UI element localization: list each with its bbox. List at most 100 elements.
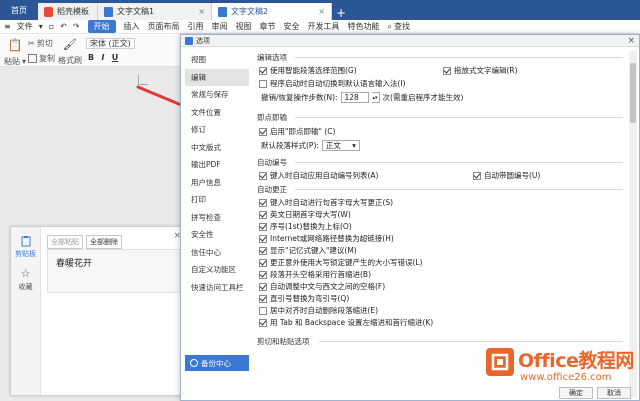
checkbox[interactable] bbox=[259, 270, 267, 279]
watermark-url: www.office26.com bbox=[520, 372, 612, 383]
hamburger-icon[interactable]: ≡ bbox=[4, 22, 11, 31]
opt-autocorrect-1[interactable]: 键入时自动进行句首字母大写更正(S) bbox=[259, 197, 393, 208]
tab-document-1[interactable]: 文字文稿1 × bbox=[98, 3, 212, 20]
undo-steps-input[interactable]: 128 bbox=[340, 92, 369, 103]
opt-auto-bullet[interactable]: 自动带圆编号(U) bbox=[473, 170, 540, 181]
clear-all-button[interactable]: 全部删除 bbox=[86, 235, 122, 249]
font-name-value: 宋体 (正文) bbox=[90, 39, 131, 48]
opt-click-and-type[interactable]: 启用"即点即输" (C) bbox=[259, 126, 335, 137]
search-button[interactable]: ⌕ 查找 bbox=[388, 21, 410, 32]
format-painter-icon[interactable]: 🖌 bbox=[63, 38, 77, 51]
font-name-select[interactable]: 宋体 (正文) bbox=[86, 38, 135, 49]
scrollbar-thumb[interactable] bbox=[630, 63, 636, 123]
paste-icon[interactable]: 📋 bbox=[8, 38, 23, 52]
opt-autocorrect-8[interactable]: 自动调整中文与西文之间的空格(F) bbox=[259, 281, 385, 292]
menu-start[interactable]: 开始 bbox=[87, 20, 116, 33]
close-icon[interactable]: × bbox=[318, 7, 325, 16]
menu-section[interactable]: 章节 bbox=[260, 21, 276, 32]
nav-item-export-pdf[interactable]: 输出PDF bbox=[185, 156, 249, 174]
clipboard-entry[interactable]: 春暖花开 bbox=[47, 249, 181, 293]
opt-autocorrect-6[interactable]: 更正意外使用大写锁定键产生的大小写错误(L) bbox=[259, 257, 423, 268]
new-tab-button[interactable]: + bbox=[332, 6, 350, 20]
nav-item-general-save[interactable]: 常规与保存 bbox=[185, 86, 249, 104]
checkbox[interactable] bbox=[259, 210, 267, 219]
cut-button[interactable]: ✂ 剪切 bbox=[28, 38, 53, 49]
tab-home[interactable]: 首页 bbox=[0, 0, 38, 20]
italic-button[interactable]: I bbox=[98, 53, 108, 62]
paste-all-button[interactable]: 全部粘贴 bbox=[47, 235, 83, 249]
nav-item-quick-access[interactable]: 快速访问工具栏 bbox=[185, 279, 249, 297]
checkbox[interactable] bbox=[259, 282, 267, 291]
backup-center-button[interactable]: 备份中心 bbox=[185, 355, 249, 371]
nav-item-chinese-layout[interactable]: 中文版式 bbox=[185, 139, 249, 157]
nav-item-user-info[interactable]: 用户信息 bbox=[185, 174, 249, 192]
opt-drag-edit[interactable]: 拖放式文字编辑(R) bbox=[443, 65, 518, 76]
nav-item-trust-center[interactable]: 信任中心 bbox=[185, 244, 249, 262]
spinner-arrows-icon[interactable]: ▴▾ bbox=[371, 92, 380, 103]
checkbox[interactable] bbox=[473, 171, 481, 180]
opt-autocorrect-10[interactable]: 居中对齐时自动删除段落缩进(E) bbox=[259, 305, 378, 316]
tab-daoke-template[interactable]: 稻壳模板 bbox=[38, 3, 98, 20]
checkbox[interactable] bbox=[259, 198, 267, 207]
tab-document-2[interactable]: 文字文稿2 × bbox=[212, 3, 332, 20]
star-icon: ☆ bbox=[20, 267, 31, 280]
menu-security[interactable]: 安全 bbox=[284, 21, 300, 32]
sidebar-item-clipboard[interactable]: 剪贴板 bbox=[11, 227, 40, 259]
nav-item-view[interactable]: 视图 bbox=[185, 51, 249, 69]
menu-references[interactable]: 引用 bbox=[188, 21, 204, 32]
checkbox[interactable] bbox=[259, 306, 267, 315]
sidebar-item-favorites[interactable]: ☆ 收藏 bbox=[11, 259, 40, 292]
copy-button[interactable]: 复制 bbox=[28, 53, 55, 64]
opt-auto-list[interactable]: 键入时自动应用自动编号列表(A) bbox=[259, 170, 378, 181]
opt-autocorrect-9[interactable]: 直引号替换为弯引号(Q) bbox=[259, 293, 349, 304]
opt-autocorrect-7[interactable]: 段落开头空格采用行首缩进(B) bbox=[259, 269, 371, 280]
checkbox[interactable] bbox=[259, 234, 267, 243]
menu-view[interactable]: 视图 bbox=[236, 21, 252, 32]
menu-insert[interactable]: 插入 bbox=[124, 21, 140, 32]
opt-autocorrect-4[interactable]: Internet或网络路径替换为超链接(H) bbox=[259, 233, 394, 244]
close-icon[interactable]: × bbox=[627, 36, 635, 46]
nav-item-spell-check[interactable]: 拼写检查 bbox=[185, 209, 249, 227]
nav-item-file-locations[interactable]: 文件位置 bbox=[185, 104, 249, 122]
backup-icon bbox=[190, 359, 198, 367]
menu-review[interactable]: 审阅 bbox=[212, 21, 228, 32]
underline-icon[interactable]: U bbox=[110, 53, 120, 62]
undo-icon[interactable]: ↶ bbox=[60, 22, 67, 31]
redo-icon[interactable]: ↷ bbox=[73, 22, 80, 31]
nav-item-security[interactable]: 安全性 bbox=[185, 226, 249, 244]
nav-item-print[interactable]: 打印 bbox=[185, 191, 249, 209]
opt-ime-auto[interactable]: 程序启动时自动切换到默认语言输入法(I) bbox=[259, 78, 406, 89]
paragraph-style-select[interactable]: 正文 ▾ bbox=[321, 140, 360, 151]
checkbox[interactable] bbox=[259, 246, 267, 255]
paste-button[interactable]: 粘贴 ▾ bbox=[4, 56, 26, 67]
opt-label: 撤销/恢复操作步数(N): bbox=[261, 93, 338, 102]
format-painter-button[interactable]: 格式刷 bbox=[58, 55, 82, 66]
menu-special-features[interactable]: 特色功能 bbox=[348, 21, 380, 32]
chevron-down-icon[interactable]: ▾ bbox=[39, 22, 43, 31]
checkbox[interactable] bbox=[259, 258, 267, 267]
close-icon[interactable]: × bbox=[198, 7, 205, 16]
opt-autocorrect-5[interactable]: 显示"记忆式键入"建议(M) bbox=[259, 245, 357, 256]
opt-autocorrect-3[interactable]: 序号(1st)替换为上标(O) bbox=[259, 221, 352, 232]
checkbox[interactable] bbox=[259, 294, 267, 303]
checkbox[interactable] bbox=[259, 66, 267, 75]
nav-item-revisions[interactable]: 修订 bbox=[185, 121, 249, 139]
nav-item-customize-ribbon[interactable]: 自定义功能区 bbox=[185, 261, 249, 279]
checkbox[interactable] bbox=[259, 127, 267, 136]
checkbox[interactable] bbox=[259, 318, 267, 327]
checkbox[interactable] bbox=[259, 171, 267, 180]
menu-page-layout[interactable]: 页面布局 bbox=[148, 21, 180, 32]
opt-smart-select[interactable]: 使用智能段落选择范围(G) bbox=[259, 65, 357, 76]
opt-label: 居中对齐时自动删除段落缩进(E) bbox=[270, 306, 379, 315]
nav-label: 快速访问工具栏 bbox=[191, 282, 244, 292]
nav-item-edit[interactable]: 编辑 bbox=[185, 68, 249, 86]
checkbox[interactable] bbox=[259, 222, 267, 231]
checkbox[interactable] bbox=[443, 66, 451, 75]
opt-autocorrect-2[interactable]: 英文日期首字母大写(W) bbox=[259, 209, 351, 220]
menu-developer[interactable]: 开发工具 bbox=[308, 21, 340, 32]
menu-file[interactable]: 文件 bbox=[17, 21, 33, 32]
opt-autocorrect-11[interactable]: 用 Tab 和 Backspace 设置左缩进和首行缩进(K) bbox=[259, 317, 433, 328]
bold-button[interactable]: B bbox=[86, 53, 96, 62]
save-icon[interactable]: ▫ bbox=[49, 22, 54, 31]
checkbox[interactable] bbox=[259, 79, 267, 88]
